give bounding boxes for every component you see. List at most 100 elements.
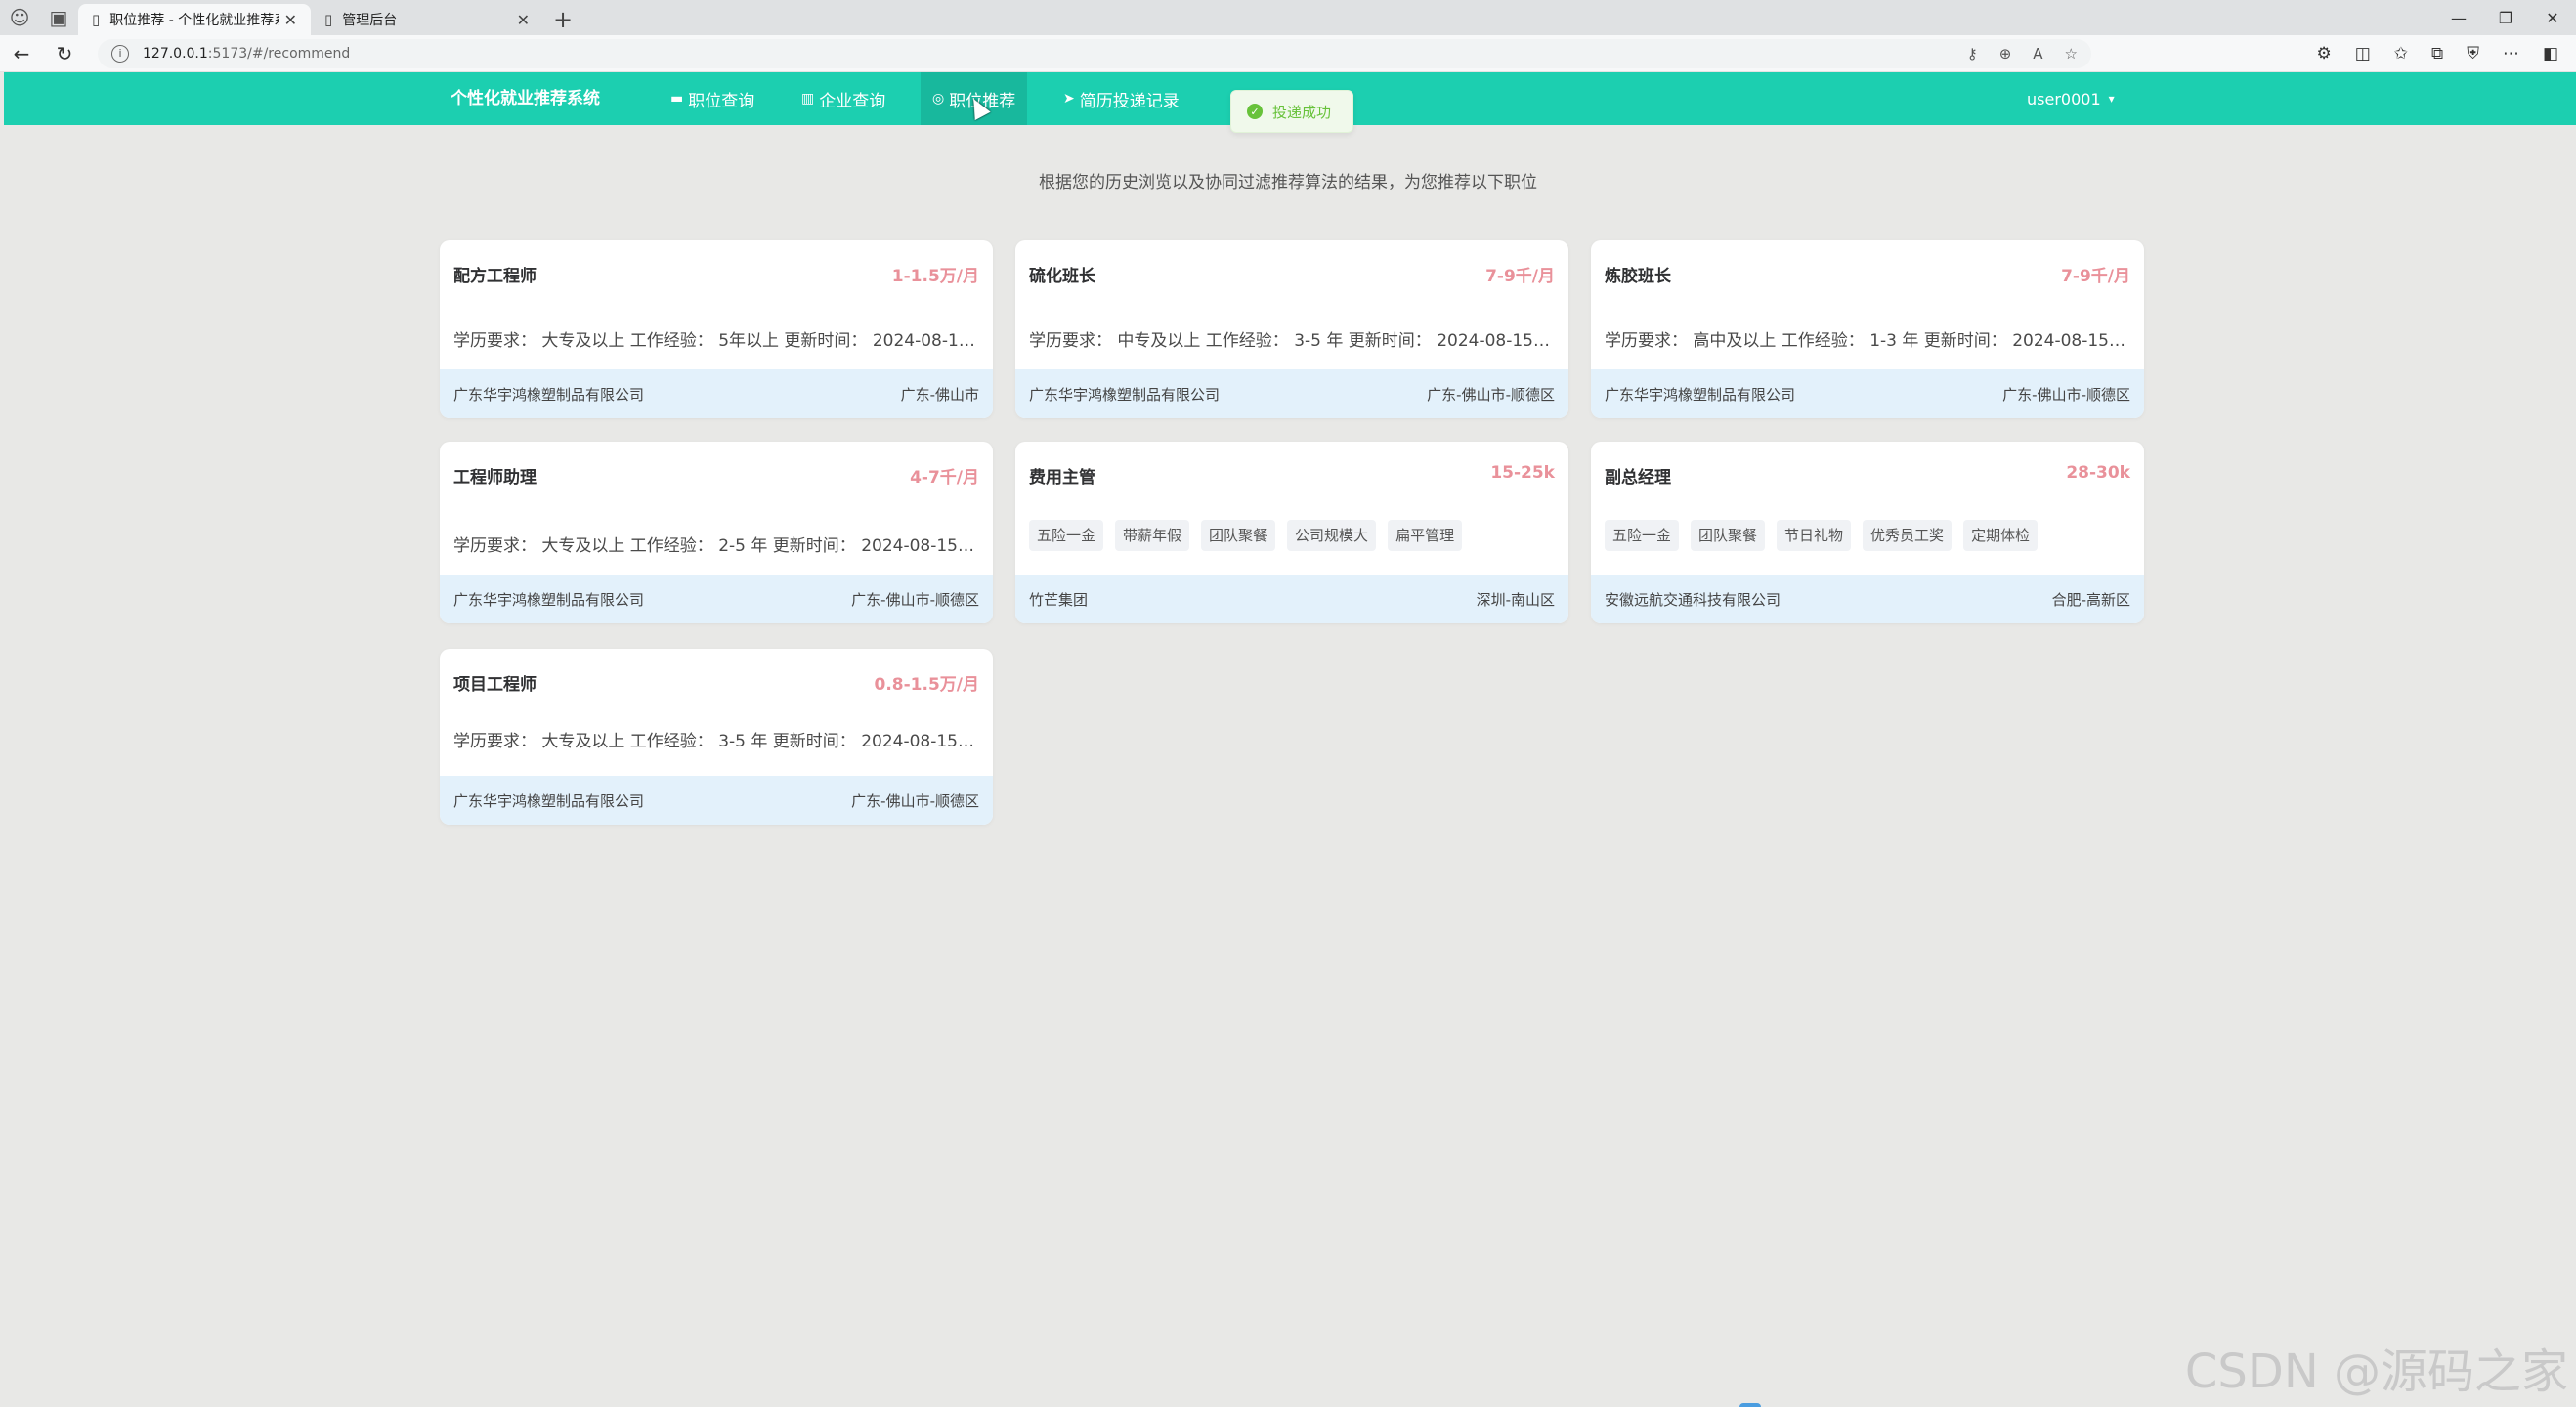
close-window-icon[interactable]: ✕ <box>2529 0 2576 35</box>
company-name[interactable]: 安徽远航交通科技有限公司 <box>1605 589 1781 610</box>
address-bar[interactable]: i 127.0.0.1 :5173/#/recommend ⚷ ⊕ A ☆ <box>98 38 2091 68</box>
nav-label: 简历投递记录 <box>1079 91 1180 111</box>
job-card-footer: 竹芒集团 深圳-南山区 <box>1015 575 1568 623</box>
nav-label: 企业查询 <box>819 91 886 111</box>
company-name[interactable]: 广东华宇鸿橡塑制品有限公司 <box>1605 384 1795 405</box>
job-salary: 7-9千/月 <box>1485 267 1555 286</box>
browser-tab-admin[interactable]: ▯ 管理后台 ✕ <box>311 4 543 35</box>
browser-tab-recommend[interactable]: ▯ 职位推荐 - 个性化就业推荐系统 ✕ <box>78 4 311 35</box>
job-title[interactable]: 费用主管 <box>1029 463 1095 488</box>
job-card[interactable]: 费用主管 15-25k 五险一金 带薪年假 团队聚餐 公司规模大 扁平管理 竹芒… <box>1015 442 1568 623</box>
benefit-tag: 节日礼物 <box>1777 520 1852 551</box>
watermark: CSDN @源码之家 <box>2184 1344 2568 1399</box>
nav-label: 职位查询 <box>688 91 755 111</box>
nav-application-records[interactable]: ➤ 简历投递记录 <box>1052 72 1191 125</box>
job-requirements: 学历要求： 高中及以上 工作经验： 1-3 年 更新时间： 2024-08-15… <box>1605 331 2130 351</box>
key-icon[interactable]: ⚷ <box>1967 45 1978 63</box>
job-requirements: 学历要求： 大专及以上 工作经验： 5年以上 更新时间： 2024-08-15 … <box>453 331 979 351</box>
job-card-footer: 广东华宇鸿橡塑制品有限公司 广东-佛山市-顺德区 <box>440 776 993 825</box>
job-location: 合肥-高新区 <box>2051 590 2130 609</box>
building-icon: ▥ <box>801 91 815 107</box>
success-toast: ✓ 投递成功 <box>1230 90 1353 133</box>
browser-actions: ⚙ ◫ ✩ ⧉ ⛨ ⋯ ◧ <box>2316 44 2576 64</box>
job-card[interactable]: 配方工程师 1-1.5万/月 学历要求： 大专及以上 工作经验： 5年以上 更新… <box>440 240 993 418</box>
benefit-tag: 团队聚餐 <box>1201 520 1276 551</box>
bars-icon: ▬ <box>670 91 684 107</box>
job-card[interactable]: 工程师助理 4-7千/月 学历要求： 大专及以上 工作经验： 2-5 年 更新时… <box>440 442 993 623</box>
url-host: 127.0.0.1 <box>143 45 208 62</box>
benefit-tag: 扁平管理 <box>1388 520 1463 551</box>
job-title[interactable]: 工程师助理 <box>453 463 537 488</box>
job-title[interactable]: 副总经理 <box>1605 463 1671 488</box>
browser-tabstrip: ☺ ▣ ▯ 职位推荐 - 个性化就业推荐系统 ✕ ▯ 管理后台 ✕ + — ❐ … <box>0 0 2576 35</box>
job-card-footer: 广东华宇鸿橡塑制品有限公司 广东-佛山市-顺德区 <box>440 575 993 623</box>
recommend-intro: 根据您的历史浏览以及协同过滤推荐算法的结果，为您推荐以下职位 <box>1039 173 1537 192</box>
job-location: 广东-佛山市 <box>900 385 979 404</box>
close-icon[interactable]: ✕ <box>284 11 297 29</box>
chevron-down-icon: ▾ <box>2108 92 2115 106</box>
company-name[interactable]: 广东华宇鸿橡塑制品有限公司 <box>453 384 644 405</box>
favorites-icon[interactable]: ✩ <box>2394 44 2408 64</box>
collections-icon[interactable]: ⧉ <box>2431 44 2443 64</box>
more-icon[interactable]: ⋯ <box>2503 44 2519 64</box>
job-location: 广东-佛山市-顺德区 <box>851 791 979 810</box>
job-location: 广东-佛山市-顺德区 <box>2002 385 2130 404</box>
read-aloud-icon[interactable]: A <box>2033 45 2042 63</box>
company-name[interactable]: 广东华宇鸿橡塑制品有限公司 <box>453 790 644 811</box>
job-salary: 1-1.5万/月 <box>891 267 979 286</box>
benefit-tag: 团队聚餐 <box>1691 520 1766 551</box>
send-icon: ➤ <box>1063 91 1075 107</box>
back-icon[interactable]: ← <box>0 35 43 72</box>
tab-actions-icon[interactable]: ▣ <box>39 0 78 35</box>
profile-icon[interactable]: ☺ <box>0 0 39 35</box>
address-actions: ⚷ ⊕ A ☆ <box>1967 45 2078 63</box>
tab-title: 管理后台 <box>342 13 398 28</box>
job-card[interactable]: 项目工程师 0.8-1.5万/月 学历要求： 大专及以上 工作经验： 3-5 年… <box>440 649 993 825</box>
company-name[interactable]: 广东华宇鸿橡塑制品有限公司 <box>1029 384 1220 405</box>
favorite-star-icon[interactable]: ☆ <box>2065 45 2078 63</box>
job-salary: 15-25k <box>1490 463 1555 483</box>
job-requirements: 学历要求： 中专及以上 工作经验： 3-5 年 更新时间： 2024-08-15… <box>1029 331 1555 351</box>
job-card-footer: 广东华宇鸿橡塑制品有限公司 广东-佛山市 <box>440 369 993 418</box>
check-circle-icon: ✓ <box>1247 104 1263 119</box>
company-name[interactable]: 广东华宇鸿橡塑制品有限公司 <box>453 589 644 610</box>
job-card[interactable]: 副总经理 28-30k 五险一金 团队聚餐 节日礼物 优秀员工奖 定期体检 安徽… <box>1591 442 2144 623</box>
shield-icon[interactable]: ⛨ <box>2467 44 2479 64</box>
job-card[interactable]: 炼胶班长 7-9千/月 学历要求： 高中及以上 工作经验： 1-3 年 更新时间… <box>1591 240 2144 418</box>
job-title[interactable]: 硫化班长 <box>1029 262 1095 286</box>
nav-job-search[interactable]: ▬ 职位查询 <box>659 72 766 125</box>
brand-title[interactable]: 个性化就业推荐系统 <box>451 72 600 125</box>
close-icon[interactable]: ✕ <box>517 11 530 29</box>
new-tab-button[interactable]: + <box>543 4 582 35</box>
benefit-tag: 优秀员工奖 <box>1863 520 1953 551</box>
split-screen-icon[interactable]: ◫ <box>2355 44 2371 64</box>
job-title[interactable]: 项目工程师 <box>453 670 537 695</box>
company-name[interactable]: 竹芒集团 <box>1029 589 1088 610</box>
job-location: 广东-佛山市-顺德区 <box>851 590 979 609</box>
zoom-icon[interactable]: ⊕ <box>1999 45 2012 63</box>
job-requirements: 学历要求： 大专及以上 工作经验： 3-5 年 更新时间： 2024-08-15… <box>453 732 979 751</box>
job-card-footer: 广东华宇鸿橡塑制品有限公司 广东-佛山市-顺德区 <box>1591 369 2144 418</box>
job-card-footer: 广东华宇鸿橡塑制品有限公司 广东-佛山市-顺德区 <box>1015 369 1568 418</box>
benefit-tag: 定期体检 <box>1963 520 2039 551</box>
restore-icon[interactable]: ❐ <box>2482 0 2529 35</box>
reload-icon[interactable]: ↻ <box>43 35 86 72</box>
scroll-indicator <box>1739 1403 1761 1407</box>
job-card-footer: 安徽远航交通科技有限公司 合肥-高新区 <box>1591 575 2144 623</box>
extensions-icon[interactable]: ⚙ <box>2316 44 2331 64</box>
info-icon[interactable]: i <box>111 44 129 63</box>
sidebar-icon[interactable]: ◧ <box>2543 44 2558 64</box>
job-location: 深圳-南山区 <box>1476 590 1555 609</box>
benefit-tag: 公司规模大 <box>1287 520 1377 551</box>
user-menu[interactable]: user0001 ▾ <box>2027 72 2115 125</box>
benefit-tag: 五险一金 <box>1605 520 1680 551</box>
job-requirements: 学历要求： 大专及以上 工作经验： 2-5 年 更新时间： 2024-08-15… <box>453 536 979 556</box>
nav-company-search[interactable]: ▥ 企业查询 <box>790 72 897 125</box>
tab-title: 职位推荐 - 个性化就业推荐系统 <box>109 13 278 28</box>
job-location: 广东-佛山市-顺德区 <box>1427 385 1555 404</box>
job-card[interactable]: 硫化班长 7-9千/月 学历要求： 中专及以上 工作经验： 3-5 年 更新时间… <box>1015 240 1568 418</box>
job-title[interactable]: 配方工程师 <box>453 262 537 286</box>
minimize-icon[interactable]: — <box>2435 0 2482 35</box>
benefit-tag: 带薪年假 <box>1115 520 1190 551</box>
job-title[interactable]: 炼胶班长 <box>1605 262 1671 286</box>
